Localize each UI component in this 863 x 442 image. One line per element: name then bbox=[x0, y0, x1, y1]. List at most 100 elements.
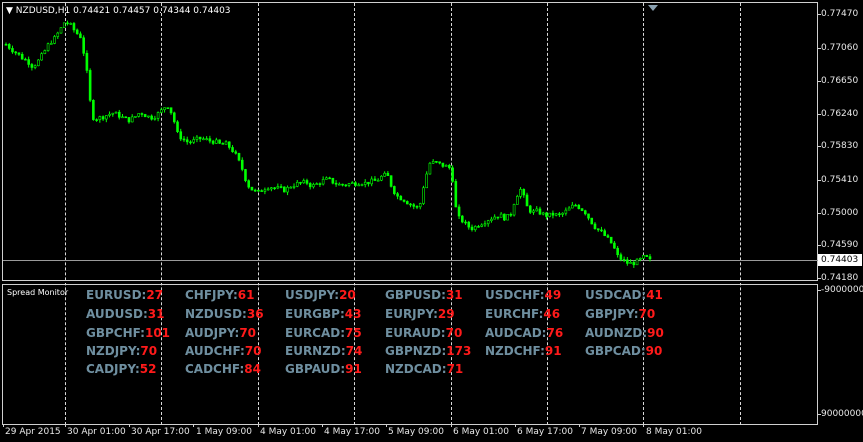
time-tick bbox=[258, 424, 259, 427]
time-label: 29 Apr 2015 bbox=[5, 427, 61, 437]
spread-entry: EURGBP:43 bbox=[285, 307, 361, 321]
spread-entry: GBPCAD:90 bbox=[585, 344, 662, 358]
spread-pair: GBPJPY: bbox=[585, 307, 639, 321]
candle-body bbox=[289, 186, 293, 189]
candle-body bbox=[376, 179, 380, 182]
candle-body bbox=[587, 213, 590, 219]
spread-entry: CHFJPY:61 bbox=[185, 288, 254, 302]
price-label: 0.77470 bbox=[821, 9, 859, 19]
spread-pair: AUDCAD: bbox=[485, 326, 547, 340]
candle-body bbox=[393, 186, 396, 194]
price-label: 0.76240 bbox=[821, 109, 859, 119]
spread-value: 61 bbox=[237, 288, 255, 302]
candle-body bbox=[231, 147, 234, 153]
candle-body bbox=[558, 213, 561, 216]
candle-body bbox=[85, 52, 89, 71]
spread-entry: USDCAD:41 bbox=[585, 288, 663, 302]
spread-pair: USDCHF: bbox=[485, 288, 545, 302]
time-label: 30 Apr 17:00 bbox=[131, 427, 190, 437]
current-price-label: 0.74403 bbox=[818, 254, 862, 266]
time-tick bbox=[579, 424, 580, 427]
candle-body bbox=[257, 189, 260, 192]
candle-body bbox=[253, 189, 257, 192]
candle-body bbox=[606, 235, 610, 238]
spread-pair: NZDCHF: bbox=[485, 344, 545, 358]
candle-body bbox=[195, 136, 199, 140]
candle-body bbox=[448, 164, 451, 169]
price-label: 0.75000 bbox=[821, 208, 859, 218]
spread-entry: AUDJPY:70 bbox=[185, 326, 256, 340]
candle-body bbox=[422, 187, 425, 204]
candle-body bbox=[600, 229, 603, 232]
candle-body bbox=[40, 53, 43, 61]
candle-body bbox=[619, 254, 623, 260]
candle-body bbox=[308, 183, 312, 188]
candle-body bbox=[626, 259, 629, 264]
candle-body bbox=[477, 226, 480, 228]
candle-body bbox=[418, 203, 422, 208]
spread-pair: NZDJPY: bbox=[86, 344, 141, 358]
candle-body bbox=[648, 256, 652, 260]
candle-body bbox=[483, 223, 487, 226]
spread-value: 70 bbox=[445, 326, 463, 340]
candle-body bbox=[338, 183, 341, 186]
candle-body bbox=[276, 186, 280, 189]
candle-body bbox=[344, 184, 348, 187]
candle-body bbox=[237, 153, 241, 161]
time-tick bbox=[65, 424, 66, 427]
spread-value: 49 bbox=[544, 288, 562, 302]
spread-entry: NZDCAD:71 bbox=[385, 362, 463, 376]
candle-body bbox=[179, 131, 183, 140]
spread-pair: EURUSD: bbox=[86, 288, 147, 302]
spread-value: 52 bbox=[139, 362, 157, 376]
time-tick bbox=[129, 424, 130, 427]
spread-value: 46 bbox=[543, 307, 561, 321]
candle-body bbox=[454, 181, 458, 208]
spread-entry: GBPCHF:101 bbox=[86, 326, 170, 340]
candle-body bbox=[383, 172, 386, 177]
candle-body bbox=[593, 223, 597, 229]
spread-pair: EURJPY: bbox=[385, 307, 438, 321]
candle-body bbox=[616, 247, 619, 256]
spread-value: 70 bbox=[638, 307, 656, 321]
spread-entry: EURUSD:27 bbox=[86, 288, 163, 302]
candle-body bbox=[512, 204, 516, 216]
candle-body bbox=[409, 203, 412, 206]
spread-pair: GBPUSD: bbox=[385, 288, 446, 302]
candle-body bbox=[263, 189, 267, 192]
candle-body bbox=[438, 161, 441, 164]
candle-body bbox=[24, 58, 27, 61]
candle-body bbox=[341, 183, 344, 186]
indicator-scale-label: -9000000 bbox=[821, 285, 863, 295]
spread-value: 41 bbox=[646, 288, 663, 302]
spread-value: 75 bbox=[345, 326, 362, 340]
spread-entry: GBPAUD:91 bbox=[285, 362, 362, 376]
candle-body bbox=[30, 64, 34, 68]
price-label: 0.76650 bbox=[821, 76, 859, 86]
candle-body bbox=[101, 116, 105, 120]
candle-body bbox=[331, 177, 335, 184]
candle-body bbox=[538, 208, 542, 215]
price-label: 0.77060 bbox=[821, 43, 859, 53]
spread-pair: EURCHF: bbox=[485, 307, 544, 321]
candle-body bbox=[516, 196, 519, 205]
candle-body bbox=[150, 115, 153, 120]
time-tick bbox=[3, 424, 4, 427]
candle-body bbox=[11, 48, 14, 53]
spread-value: 91 bbox=[345, 362, 362, 376]
candle-body bbox=[189, 141, 192, 144]
candle-body bbox=[405, 201, 409, 205]
candle-body bbox=[431, 161, 435, 164]
spread-pair: AUDJPY: bbox=[185, 326, 240, 340]
time-label: 6 May 17:00 bbox=[517, 427, 573, 437]
spread-value: 31 bbox=[147, 307, 165, 321]
chart-shift-marker-icon[interactable] bbox=[648, 5, 658, 11]
spread-pair: AUDUSD: bbox=[86, 307, 148, 321]
candle-body bbox=[622, 259, 626, 261]
candle-body bbox=[166, 107, 170, 109]
candle-body bbox=[503, 213, 506, 221]
candle-body bbox=[92, 100, 95, 120]
candle-body bbox=[577, 204, 581, 209]
collapse-arrow-icon[interactable]: ▼ bbox=[6, 6, 16, 16]
candle-body bbox=[373, 178, 377, 181]
